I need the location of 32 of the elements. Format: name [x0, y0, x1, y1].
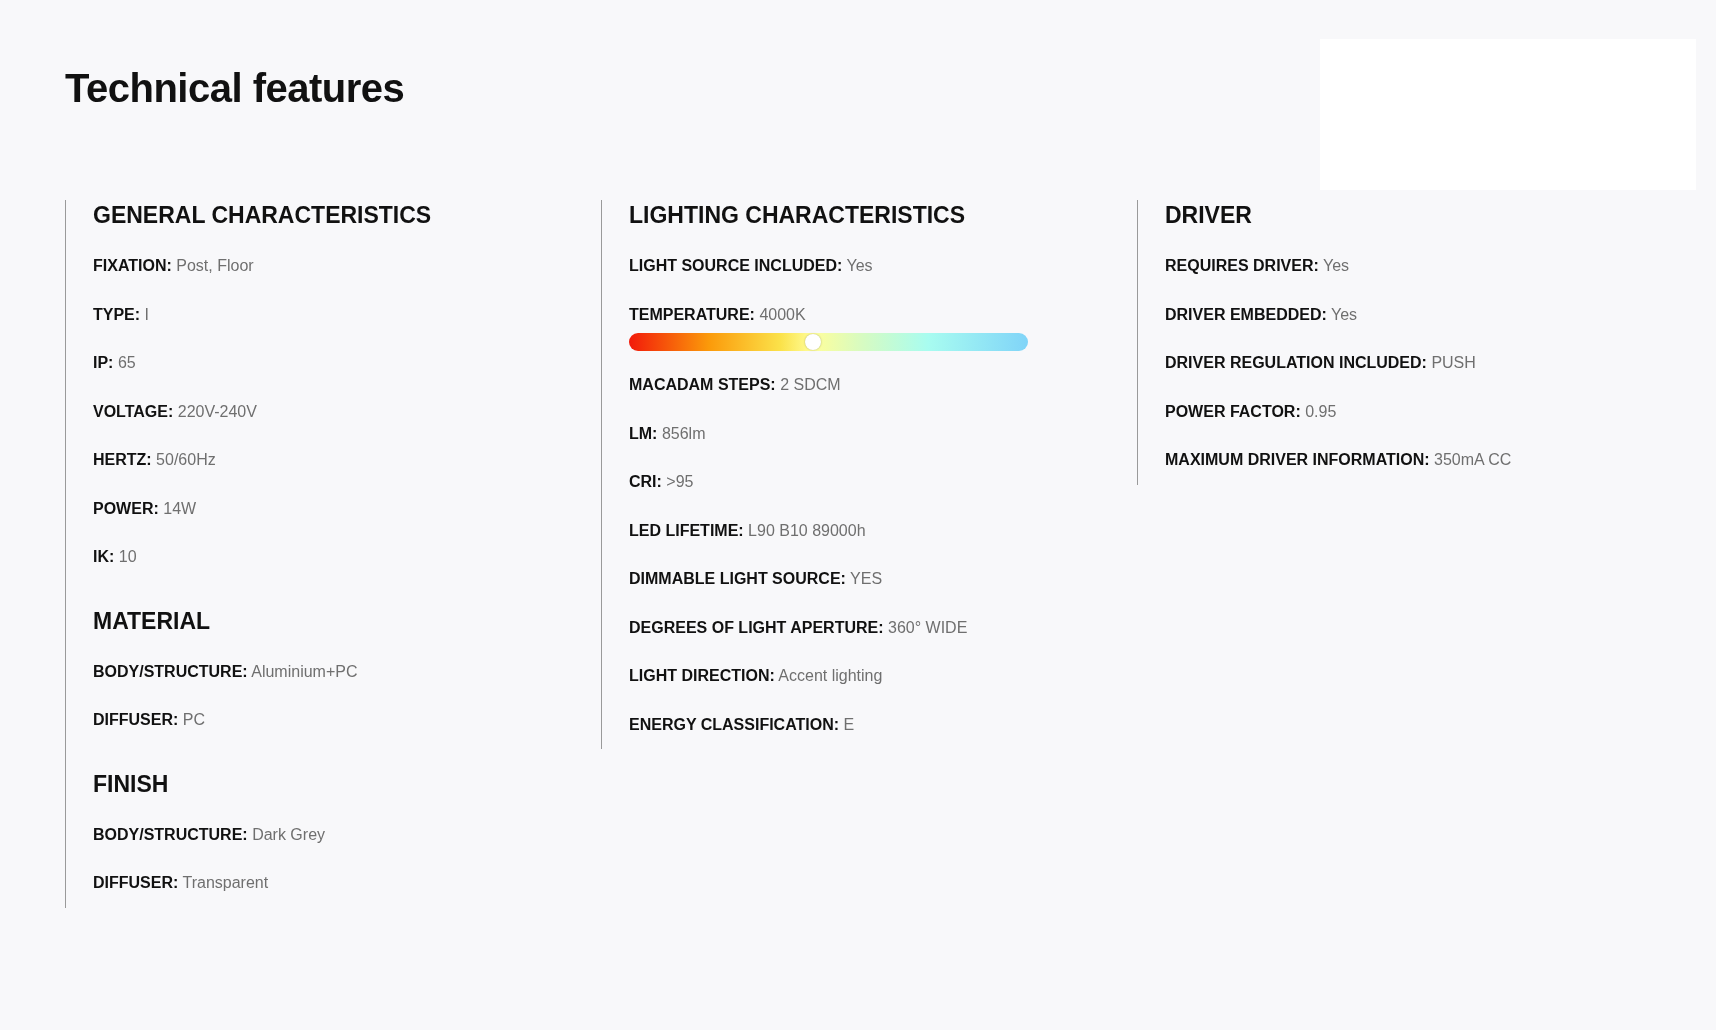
spec-line: MACADAM STEPS: 2 SDCM — [629, 375, 842, 395]
page-title: Technical features — [65, 66, 405, 111]
spec-line: LED LIFETIME: L90 B10 89000h — [629, 520, 867, 541]
spec-line: MAXIMUM DRIVER INFORMATION: 350mA CC — [1165, 450, 1513, 470]
spec-line: DIFFUSER: PC — [93, 710, 206, 730]
spec-line: TYPE: I — [93, 304, 151, 325]
section-heading: GENERAL CHARACTERISTICS — [93, 201, 433, 230]
spec-line: LM: 856lm — [629, 423, 707, 444]
spec-line: TEMPERATURE: 4000K — [629, 304, 807, 325]
spec-line: FIXATION: Post, Floor — [93, 256, 255, 276]
spec-line: CRI: >95 — [629, 472, 695, 492]
spec-line: DRIVER REGULATION INCLUDED: PUSH — [1165, 353, 1477, 373]
spec-line: LIGHT SOURCE INCLUDED: Yes — [629, 256, 874, 276]
spec-line: IP: 65 — [93, 353, 137, 373]
spec-line: DIFFUSER: Transparent — [93, 873, 270, 893]
spec-line: BODY/STRUCTURE: Dark Grey — [93, 824, 327, 845]
section-heading: MATERIAL — [93, 606, 212, 636]
section-heading: DRIVER — [1165, 201, 1253, 230]
spec-line: DIMMABLE LIGHT SOURCE: YES — [629, 569, 884, 589]
spec-line: IK: 10 — [93, 547, 138, 567]
section-heading: LIGHTING CHARACTERISTICS — [629, 201, 967, 230]
spec-line: HERTZ: 50/60Hz — [93, 450, 217, 470]
spec-line: POWER FACTOR: 0.95 — [1165, 401, 1338, 422]
spec-line: REQUIRES DRIVER: Yes — [1165, 256, 1351, 276]
spec-line: VOLTAGE: 220V-240V — [93, 401, 258, 422]
spec-line: DRIVER EMBEDDED: Yes — [1165, 304, 1359, 325]
spec-line: BODY/STRUCTURE: Aluminium+PC — [93, 661, 359, 682]
spec-line: POWER: 14W — [93, 498, 198, 519]
spec-line: LIGHT DIRECTION: Accent lighting — [629, 666, 884, 686]
spec-line: DEGREES OF LIGHT APERTURE: 360° WIDE — [629, 617, 969, 638]
spec-line: ENERGY CLASSIFICATION: E — [629, 714, 856, 735]
section-heading: FINISH — [93, 769, 170, 799]
